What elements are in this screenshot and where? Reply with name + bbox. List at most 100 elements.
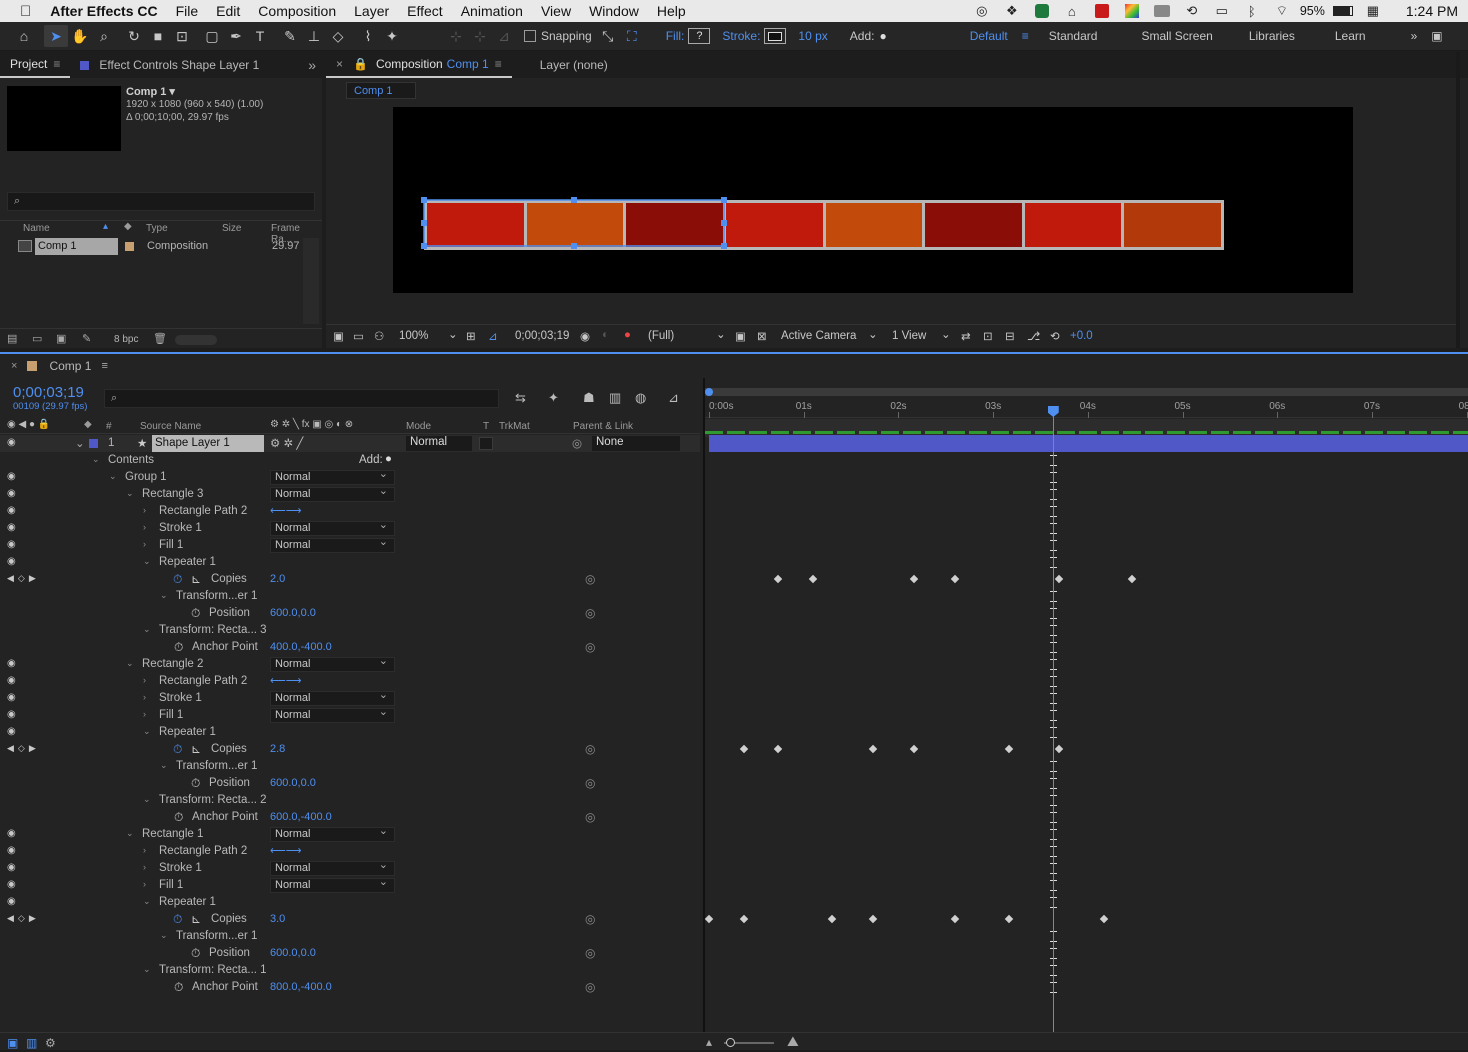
chevron-down-icon[interactable]: ⌄ bbox=[716, 327, 726, 341]
snapshot-icon[interactable]: ◉ bbox=[580, 329, 590, 343]
draft-3d-icon[interactable]: ✦ bbox=[548, 390, 559, 406]
puppet-pin-tool-icon[interactable]: ✦ bbox=[380, 25, 404, 47]
graph-icon[interactable]: ⊾ bbox=[191, 572, 201, 586]
fill-swatch[interactable]: ? bbox=[688, 28, 711, 44]
chevron-down-icon[interactable]: ⌄ bbox=[868, 327, 878, 341]
expand-chevron-icon[interactable]: ⌄ bbox=[143, 726, 151, 737]
property-label[interactable]: Transform: Recta... 3 bbox=[159, 624, 267, 636]
property-value[interactable]: 3.0 bbox=[270, 913, 285, 925]
visibility-eye-icon[interactable]: ◉ bbox=[7, 828, 16, 839]
home-icon[interactable]: ⌂ bbox=[12, 25, 36, 47]
selection-handles[interactable] bbox=[393, 107, 1353, 293]
stopwatch-icon[interactable]: ⏱ bbox=[174, 980, 183, 995]
property-row[interactable]: ◉ › Rectangle Path 2 ⟵⟶ bbox=[0, 843, 700, 860]
pan-behind-tool-icon[interactable]: ⊡ bbox=[170, 25, 194, 47]
panel-overflow-icon[interactable]: » bbox=[308, 57, 316, 73]
visibility-eye-icon[interactable]: ◉ bbox=[7, 879, 16, 890]
clone-stamp-tool-icon[interactable]: ⊥ bbox=[302, 25, 326, 47]
property-label[interactable]: Fill 1 bbox=[159, 879, 183, 891]
property-row[interactable]: ⌄ Transform: Recta... 3 bbox=[0, 622, 700, 639]
menu-app-name[interactable]: After Effects CC bbox=[40, 3, 166, 19]
expand-chevron-icon[interactable]: ⌄ bbox=[126, 488, 134, 499]
tab-timeline-comp[interactable]: Comp 1 bbox=[37, 353, 95, 379]
keyframe[interactable] bbox=[910, 574, 919, 584]
pickwhip-icon[interactable]: ◎ bbox=[572, 436, 582, 450]
graph-editor-icon[interactable]: ⊿ bbox=[668, 390, 679, 406]
collapse-chevron-icon[interactable]: › bbox=[143, 862, 146, 872]
col-type[interactable]: Type bbox=[146, 223, 168, 234]
project-item-row[interactable]: Comp 1 Composition 29.97 ⎇ bbox=[0, 238, 322, 255]
property-value[interactable]: 400.0,-400.0 bbox=[270, 641, 332, 653]
tab-project[interactable]: Project ≡ bbox=[0, 52, 71, 78]
keyframe[interactable] bbox=[1099, 914, 1109, 924]
menu-view[interactable]: View bbox=[532, 3, 580, 19]
collapse-chevron-icon[interactable]: › bbox=[143, 505, 146, 515]
keyframe[interactable] bbox=[1055, 574, 1064, 584]
fast-previews-icon[interactable]: ⊡ bbox=[983, 329, 993, 343]
property-row[interactable]: ◉ ⌄ Rectangle 1 Normal bbox=[0, 825, 700, 843]
keyframe[interactable] bbox=[868, 914, 878, 924]
col-size[interactable]: Size bbox=[222, 223, 241, 234]
comp-breadcrumb[interactable]: Comp 1 bbox=[346, 82, 416, 99]
workspace-small-screen[interactable]: Small Screen bbox=[1141, 29, 1212, 43]
wifi-icon[interactable]: ⌔ bbox=[1267, 3, 1297, 19]
label-color-swatch[interactable] bbox=[125, 242, 134, 251]
transparency-grid-icon[interactable]: ⊠ bbox=[757, 329, 767, 343]
blend-mode-select[interactable]: Normal bbox=[270, 706, 395, 723]
blend-mode-select[interactable]: Normal bbox=[270, 468, 395, 485]
property-value[interactable]: 2.8 bbox=[270, 743, 285, 755]
av-switches-icons[interactable]: ◉ ◀ ● 🔒 bbox=[7, 419, 50, 430]
app-icon[interactable]: ⌂ bbox=[1057, 4, 1087, 19]
keyframe[interactable] bbox=[950, 574, 960, 584]
property-label[interactable]: Transform: Recta... 1 bbox=[159, 964, 267, 976]
airplay-icon[interactable]: ▭ bbox=[1207, 3, 1237, 19]
keyframe[interactable] bbox=[1128, 574, 1137, 584]
property-label[interactable]: Copies bbox=[211, 743, 247, 755]
expand-chevron-icon[interactable]: ⌄ bbox=[143, 624, 151, 635]
keyframe[interactable] bbox=[773, 574, 783, 584]
visibility-eye-icon[interactable]: ◉ bbox=[7, 709, 16, 720]
evernote-icon[interactable] bbox=[1027, 4, 1057, 18]
show-snapshot-icon[interactable]: ◐ bbox=[602, 329, 609, 341]
property-label[interactable]: Stroke 1 bbox=[159, 692, 202, 704]
layer-name[interactable]: Shape Layer 1 bbox=[152, 435, 264, 452]
panel-menu-icon[interactable]: ≡ bbox=[495, 57, 502, 71]
stopwatch-icon[interactable]: ⏱ bbox=[191, 606, 200, 621]
path-direction-icon[interactable]: ⟵⟶ bbox=[270, 844, 302, 857]
col-mode[interactable]: Mode bbox=[406, 421, 431, 432]
property-label[interactable]: Anchor Point bbox=[192, 641, 258, 653]
frame-blending-icon[interactable]: ▥ bbox=[609, 390, 621, 406]
project-item-name[interactable]: Comp 1 bbox=[35, 238, 118, 255]
delete-icon[interactable]: 🗑 bbox=[153, 332, 167, 345]
collapse-chevron-icon[interactable]: › bbox=[143, 522, 146, 532]
stroke-swatch[interactable] bbox=[764, 28, 787, 44]
visibility-eye-icon[interactable]: ◉ bbox=[7, 471, 16, 482]
workspace-default[interactable]: Default bbox=[970, 29, 1008, 43]
project-search-input[interactable]: ⌕ bbox=[7, 192, 315, 211]
zoom-tool-icon[interactable]: ⌕ bbox=[92, 25, 116, 47]
new-comp-icon[interactable]: ▣ bbox=[56, 332, 66, 345]
blend-mode-select[interactable]: Normal bbox=[270, 876, 395, 893]
keyframe[interactable] bbox=[1004, 914, 1014, 924]
workspace-learn[interactable]: Learn bbox=[1335, 29, 1366, 43]
expand-chevron-icon[interactable]: ⌄ bbox=[160, 760, 168, 771]
blend-mode-select[interactable]: Normal bbox=[270, 825, 395, 842]
expression-pickwhip-icon[interactable]: ◎ bbox=[585, 980, 595, 994]
expression-pickwhip-icon[interactable]: ◎ bbox=[585, 640, 595, 654]
region-of-interest-icon[interactable]: ▣ bbox=[735, 329, 746, 343]
battery-icon[interactable] bbox=[1328, 6, 1358, 16]
roto-brush-tool-icon[interactable]: ⌇ bbox=[356, 25, 380, 47]
sort-ascending-icon[interactable]: ▴ bbox=[103, 221, 108, 232]
col-trkmat[interactable]: TrkMat bbox=[499, 421, 530, 432]
collapse-chevron-icon[interactable]: › bbox=[143, 879, 146, 889]
toggle-pixel-aspect-icon[interactable]: ⇄ bbox=[961, 329, 971, 343]
expand-chevron-icon[interactable]: ⌄ bbox=[75, 436, 85, 450]
visibility-eye-icon[interactable]: ◉ bbox=[7, 437, 16, 448]
property-row[interactable]: ◉ › Stroke 1 Normal bbox=[0, 519, 700, 537]
display-icon[interactable] bbox=[1147, 5, 1177, 17]
current-time[interactable]: 0;00;03;19 bbox=[13, 384, 84, 401]
property-row[interactable]: ◀◇▶ ⏱ ⊾ Copies 2.0 ◎ bbox=[0, 571, 700, 588]
menu-extra-icon[interactable]: ▦ bbox=[1358, 3, 1388, 19]
col-t[interactable]: T bbox=[483, 421, 489, 432]
expression-pickwhip-icon[interactable]: ◎ bbox=[585, 776, 595, 790]
